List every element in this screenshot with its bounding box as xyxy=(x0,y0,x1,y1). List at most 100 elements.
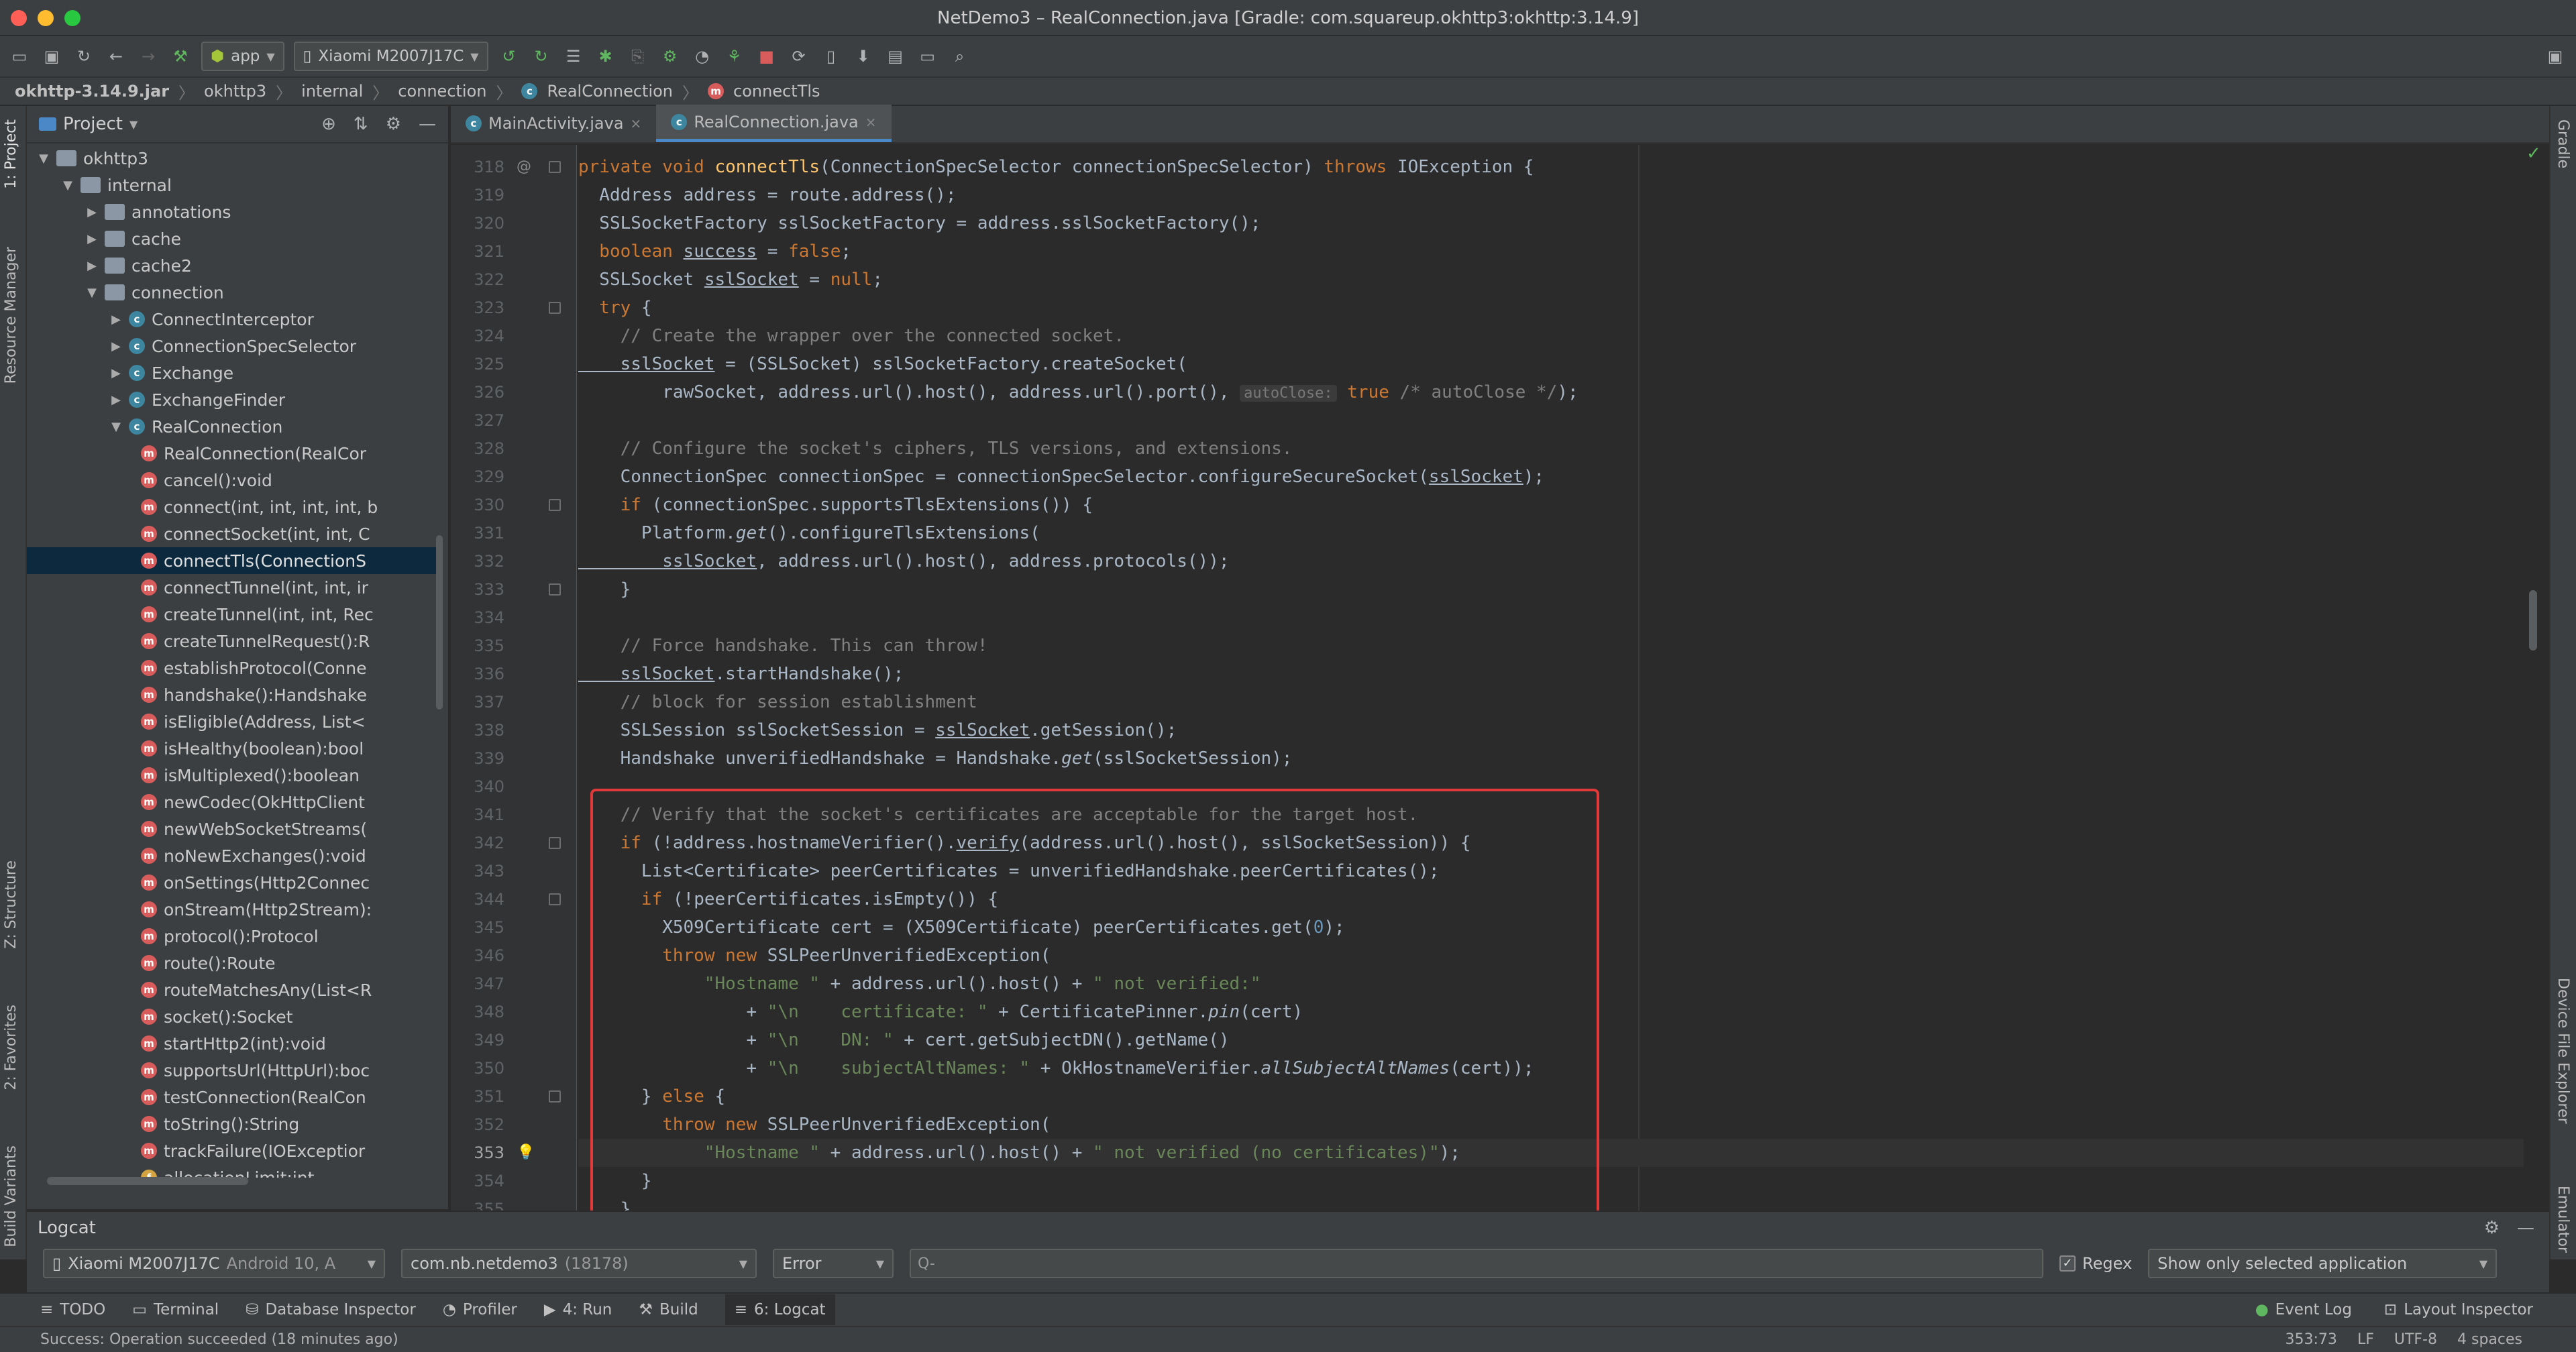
tree-item[interactable]: m createTunnelRequest():R xyxy=(27,628,443,655)
tree-item[interactable]: m RealConnection(RealCor xyxy=(27,440,443,467)
gutter-row[interactable]: 330 xyxy=(451,491,577,519)
gutter-row[interactable]: 344 xyxy=(451,885,577,913)
gutter-row[interactable]: 349 xyxy=(451,1026,577,1054)
hide-panel-icon[interactable]: — xyxy=(2517,1218,2534,1238)
tree-item[interactable]: ▼ connection xyxy=(27,279,443,306)
gutter-row[interactable]: 323 xyxy=(451,294,577,322)
breadcrumb-package-internal[interactable]: internal xyxy=(301,82,363,101)
hammer-icon[interactable]: ⚒ xyxy=(169,45,192,68)
tree-item[interactable]: m establishProtocol(Conne xyxy=(27,655,443,681)
code-line[interactable]: throw new SSLPeerUnverifiedException( xyxy=(578,942,2524,970)
code-line[interactable]: private void connectTls(ConnectionSpecSe… xyxy=(578,153,2524,181)
code-line[interactable]: SSLSession sslSocketSession = sslSocket.… xyxy=(578,716,2524,744)
code-line[interactable]: "Hostname " + address.url().host() + " n… xyxy=(578,1139,2524,1167)
logcat-level-select[interactable]: Error ▼ xyxy=(773,1249,894,1278)
logcat-device-select[interactable]: ▯ Xiaomi M2007J17C Android 10, A ▼ xyxy=(43,1249,385,1278)
code-line[interactable]: Platform.get().configureTlsExtensions( xyxy=(578,519,2524,547)
breadcrumb-jar[interactable]: okhttp-3.14.9.jar xyxy=(15,82,169,101)
tree-item[interactable]: m route():Route xyxy=(27,950,443,976)
tree-item[interactable]: ▶ annotations xyxy=(27,199,443,225)
tool-window-button[interactable]: ◔ Profiler xyxy=(443,1301,517,1318)
fold-marker-icon[interactable] xyxy=(549,302,561,314)
editor-scrollbar[interactable] xyxy=(2529,590,2537,651)
code-line[interactable]: boolean success = false; xyxy=(578,237,2524,266)
tab-mainactivity[interactable]: c MainActivity.java × xyxy=(451,105,656,142)
code-line[interactable]: ConnectionSpec connectionSpec = connecti… xyxy=(578,463,2524,491)
expanded-arrow-icon[interactable]: ▼ xyxy=(110,420,122,434)
gutter-row[interactable]: 342 xyxy=(451,829,577,857)
collapsed-arrow-icon[interactable]: ▶ xyxy=(110,339,122,353)
code-line[interactable] xyxy=(578,773,2524,801)
sync-icon[interactable]: ↻ xyxy=(72,45,95,68)
resource-manager-tool-tab[interactable]: Resource Manager xyxy=(3,247,19,384)
tree-item[interactable]: m newCodec(OkHttpClient xyxy=(27,789,443,815)
code-line[interactable]: Handshake unverifiedHandshake = Handshak… xyxy=(578,744,2524,773)
emulator-tool-tab[interactable]: Emulator xyxy=(2555,1186,2571,1253)
tree-item[interactable]: ▼ okhttp3 xyxy=(27,145,443,172)
tool-window-button[interactable]: ▶ 4: Run xyxy=(544,1301,612,1318)
gutter-row[interactable]: 337 xyxy=(451,688,577,716)
sdk-manager-icon[interactable]: ⬇ xyxy=(852,45,875,68)
gutter-row[interactable]: 348 xyxy=(451,998,577,1026)
gear-icon[interactable]: ⚙ xyxy=(386,114,401,134)
gutter-row[interactable]: 319 xyxy=(451,181,577,209)
breadcrumb-class[interactable]: RealConnection xyxy=(547,82,673,101)
gutter-row[interactable]: 331 xyxy=(451,519,577,547)
tool-window-button[interactable]: ⚒ Build xyxy=(639,1301,698,1318)
gutter-row[interactable]: 335 xyxy=(451,632,577,660)
gutter-row[interactable]: 353 💡 xyxy=(451,1139,577,1167)
coverage-icon[interactable]: ⚙ xyxy=(659,45,682,68)
tree-item[interactable]: m isHealthy(boolean):bool xyxy=(27,735,443,762)
gutter-row[interactable]: 320 xyxy=(451,209,577,237)
vertical-scrollbar[interactable] xyxy=(436,535,443,710)
gutter-row[interactable]: 351 xyxy=(451,1082,577,1111)
tool-window-button[interactable]: ▭ Terminal xyxy=(132,1301,219,1318)
fold-marker-icon[interactable] xyxy=(549,893,561,905)
tree-item[interactable]: m createTunnel(int, int, Rec xyxy=(27,601,443,628)
project-structure-icon[interactable]: ▤ xyxy=(884,45,907,68)
gutter-row[interactable]: 322 xyxy=(451,266,577,294)
tree-item[interactable]: m isMultiplexed():boolean xyxy=(27,762,443,789)
gutter-row[interactable]: 327 xyxy=(451,406,577,435)
code-line[interactable]: // block for session establishment xyxy=(578,688,2524,716)
tree-item[interactable]: m handshake():Handshake xyxy=(27,681,443,708)
tree-item[interactable]: ▼ internal xyxy=(27,172,443,199)
tool-window-button[interactable]: ≡ TODO xyxy=(40,1301,105,1318)
tree-item[interactable]: f allocationLimit:int xyxy=(27,1164,443,1178)
tree-item[interactable]: m startHttp2(int):void xyxy=(27,1030,443,1057)
gutter-row[interactable]: 347 xyxy=(451,970,577,998)
fold-marker-icon[interactable] xyxy=(549,583,561,596)
gutter-row[interactable]: 318 @ xyxy=(451,153,577,181)
expanded-arrow-icon[interactable]: ▼ xyxy=(62,178,74,192)
project-tool-tab[interactable]: 1: Project xyxy=(3,119,19,189)
code-line[interactable]: try { xyxy=(578,294,2524,322)
line-separator[interactable]: LF xyxy=(2357,1331,2374,1348)
tree-item[interactable]: ▶ c ConnectionSpecSelector xyxy=(27,333,443,359)
expanded-arrow-icon[interactable]: ▼ xyxy=(38,152,50,166)
project-view-select[interactable]: Project xyxy=(63,114,123,134)
gutter-row[interactable]: 334 xyxy=(451,604,577,632)
attach-debugger-icon[interactable]: ⎘ xyxy=(627,45,649,68)
gutter-row[interactable]: 324 xyxy=(451,322,577,350)
device-select[interactable]: ▯ Xiaomi M2007J17C ▼ xyxy=(293,42,488,71)
fold-marker-icon[interactable] xyxy=(549,1090,561,1103)
gutter-row[interactable]: 328 xyxy=(451,435,577,463)
tree-item[interactable]: m connectTls(ConnectionS xyxy=(27,547,443,574)
lightbulb-icon[interactable]: 💡 xyxy=(517,1139,535,1167)
expanded-arrow-icon[interactable]: ▼ xyxy=(86,286,98,300)
forward-arrow-icon[interactable]: → xyxy=(137,45,160,68)
code-line[interactable]: if (!peerCertificates.isEmpty()) { xyxy=(578,885,2524,913)
gutter-row[interactable]: 332 xyxy=(451,547,577,575)
chevron-down-icon[interactable]: ▼ xyxy=(129,118,138,131)
caret-position[interactable]: 353:73 xyxy=(2286,1331,2337,1348)
code-line[interactable]: // Force handshake. This can throw! xyxy=(578,632,2524,660)
save-icon[interactable]: ▣ xyxy=(40,45,63,68)
fold-marker-icon[interactable] xyxy=(549,837,561,849)
gutter-row[interactable]: 340 xyxy=(451,773,577,801)
apply-changes-icon[interactable]: ↺ xyxy=(498,45,521,68)
regex-checkbox[interactable]: ✓ Regex xyxy=(2059,1254,2132,1273)
gear-icon[interactable]: ⚙ xyxy=(2484,1218,2500,1238)
tool-window-button[interactable]: ⊡ Layout Inspector xyxy=(2384,1301,2533,1318)
tree-item[interactable]: m connectTunnel(int, int, ir xyxy=(27,574,443,601)
tool-window-button[interactable]: ⛁ Database Inspector xyxy=(246,1301,416,1318)
